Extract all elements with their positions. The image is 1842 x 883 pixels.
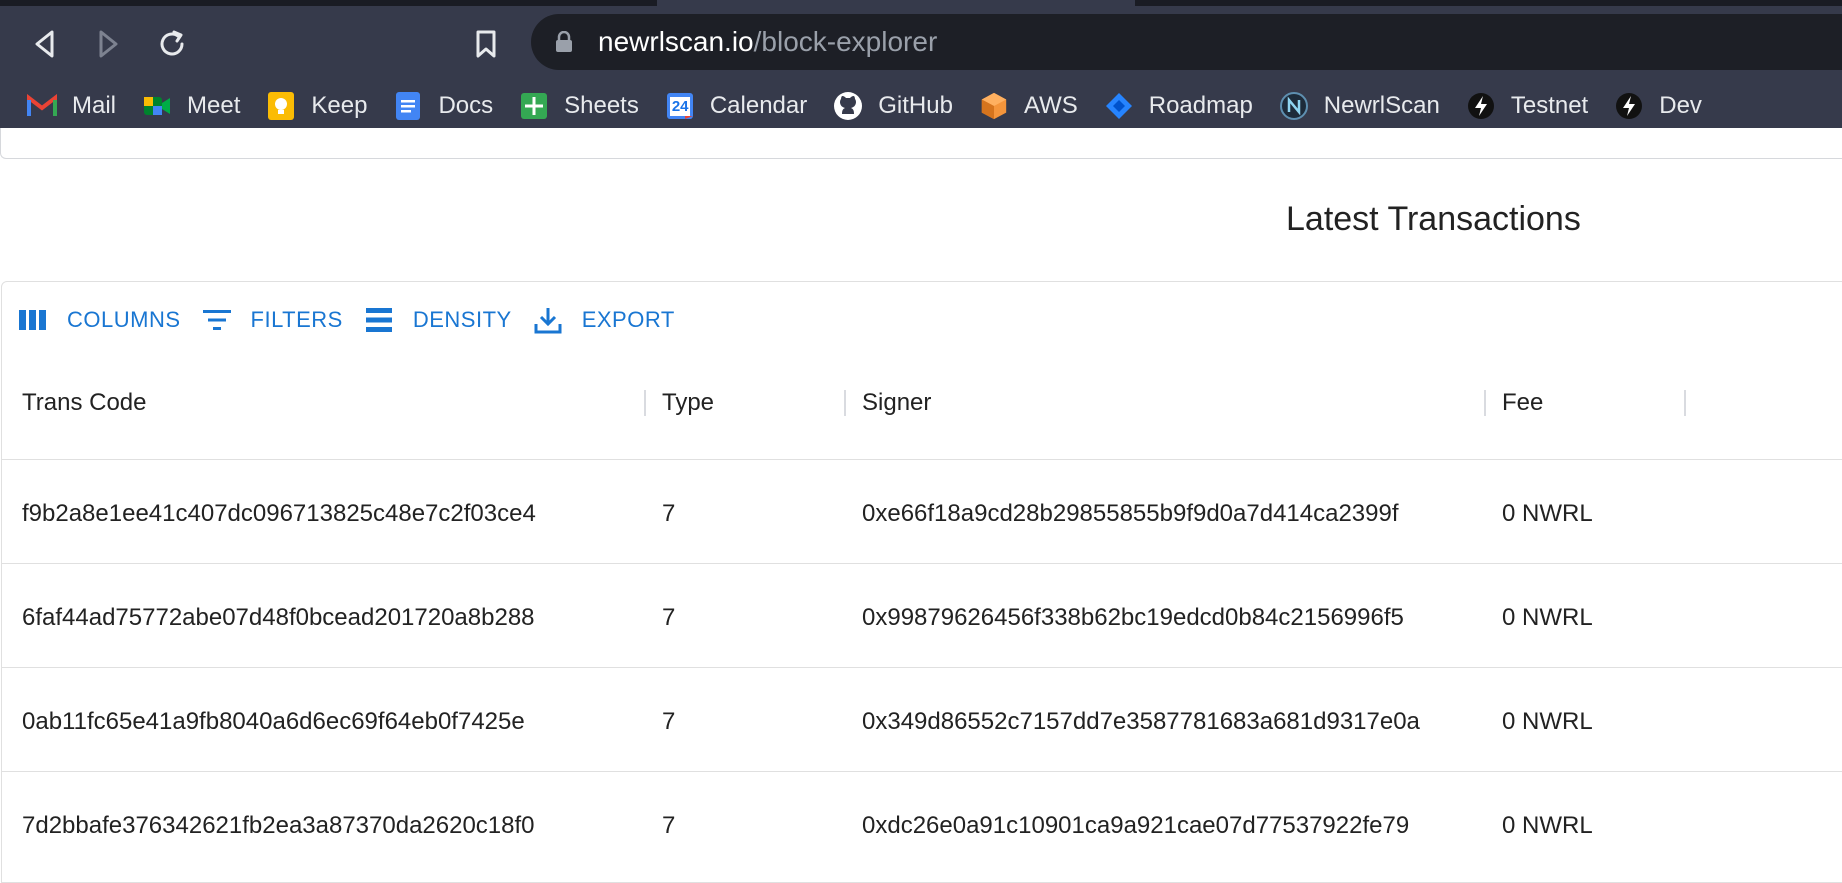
bookmark-dev[interactable]: Dev: [1588, 84, 1702, 128]
export-button[interactable]: EXPORT: [532, 304, 675, 336]
section-title: Latest Transactions: [1286, 200, 1581, 238]
density-label: DENSITY: [412, 307, 512, 332]
density-icon: [363, 304, 395, 336]
cell-signer: 0xe66f18a9cd28b29855855b9f9d0a7d414ca239…: [862, 500, 1399, 527]
calendar-day: 24: [671, 98, 689, 115]
bookmark-label: NewrlScan: [1323, 92, 1440, 119]
bookmark-icon: [476, 30, 496, 58]
columns-icon: [17, 304, 49, 336]
cell-trans-code: f9b2a8e1ee41c407dc096713825c48e7c2f03ce4: [22, 500, 536, 527]
forward-button[interactable]: [88, 24, 128, 64]
sheets-icon: [519, 91, 549, 121]
url-text: newrlscan.io/block-explorer: [598, 26, 937, 58]
table-row[interactable]: 0ab11fc65e41a9fb8040a6d6ec69f64eb0f7425e…: [1, 667, 1842, 771]
cell-type: 7: [662, 500, 676, 527]
bookmark-mail[interactable]: Mail: [0, 84, 116, 128]
bookmark-label: Dev: [1659, 92, 1702, 119]
newrlscan-icon: [1279, 91, 1309, 121]
column-header-fee[interactable]: Fee: [1502, 389, 1543, 417]
table-row[interactable]: 6faf44ad75772abe07d48f0bcead201720a8b288…: [1, 563, 1842, 667]
cell-signer: 0xdc26e0a91c10901ca9a921cae07d77537922fe…: [862, 812, 1410, 839]
bookmark-label: GitHub: [878, 92, 953, 119]
address-bar[interactable]: newrlscan.io/block-explorer: [531, 14, 1842, 70]
cell-fee: 0 NWRL: [1502, 812, 1593, 839]
table-row[interactable]: 7d2bbafe376342621fb2ea3a87370da2620c18f0…: [1, 771, 1842, 875]
bookmark-aws[interactable]: AWS: [953, 84, 1078, 128]
export-label: EXPORT: [581, 307, 675, 332]
cell-signer: 0x99879626456f338b62bc19edcd0b84c2156996…: [862, 604, 1404, 631]
bookmark-docs[interactable]: Docs: [367, 84, 493, 128]
bookmark-keep[interactable]: Keep: [240, 84, 367, 128]
bookmark-roadmap[interactable]: Roadmap: [1078, 84, 1253, 128]
filter-icon: [201, 304, 233, 336]
column-header-signer[interactable]: Signer: [862, 389, 931, 417]
bookmark-label: Roadmap: [1148, 92, 1253, 119]
column-separator[interactable]: [644, 390, 646, 416]
column-separator[interactable]: [1484, 390, 1486, 416]
calendar-icon: 24: [665, 91, 695, 121]
filters-button[interactable]: FILTERS: [201, 304, 343, 336]
bookmark-label: Docs: [438, 92, 494, 119]
github-icon: [833, 91, 863, 121]
bookmark-label: Mail: [72, 92, 117, 119]
cell-trans-code: 6faf44ad75772abe07d48f0bcead201720a8b288: [22, 604, 535, 631]
column-separator[interactable]: [1684, 390, 1686, 416]
cell-trans-code: 7d2bbafe376342621fb2ea3a87370da2620c18f0: [22, 812, 535, 839]
column-separator[interactable]: [844, 390, 846, 416]
url-path: /block-explorer: [753, 26, 938, 57]
jira-icon: [1104, 91, 1134, 121]
meet-icon: [142, 91, 172, 121]
columns-button[interactable]: COLUMNS: [17, 304, 181, 336]
bookmark-calendar[interactable]: 24 Calendar: [639, 84, 807, 128]
cell-type: 7: [662, 604, 676, 631]
reload-button[interactable]: [152, 24, 192, 64]
density-button[interactable]: DENSITY: [363, 304, 512, 336]
bookmark-page-button[interactable]: [466, 24, 506, 64]
previous-card-bottom: [0, 128, 1842, 159]
lock-icon: [556, 31, 572, 52]
column-header-trans-code[interactable]: Trans Code: [22, 389, 147, 417]
bookmarks-bar: Mail Meet Keep Docs Sheets 24 Calendar G…: [0, 84, 1842, 128]
active-tab[interactable]: [657, 0, 1135, 6]
gmail-icon: [27, 91, 57, 121]
cell-fee: 0 NWRL: [1502, 604, 1593, 631]
columns-label: COLUMNS: [67, 307, 181, 332]
browser-chrome: newrlscan.io/block-explorer Mail Meet Ke…: [0, 0, 1842, 144]
cell-signer: 0x349d86552c7157dd7e3587781683a681d9317e…: [862, 708, 1420, 735]
bookmark-label: Testnet: [1510, 92, 1589, 119]
cell-type: 7: [662, 708, 676, 735]
cell-type: 7: [662, 812, 676, 839]
bookmark-label: Sheets: [564, 92, 639, 119]
filters-label: FILTERS: [250, 307, 343, 332]
table-row[interactable]: f9b2a8e1ee41c407dc096713825c48e7c2f03ce4…: [1, 459, 1842, 563]
back-arrow-icon: [35, 30, 54, 58]
docs-icon: [393, 91, 423, 121]
column-header-type[interactable]: Type: [662, 389, 714, 417]
reload-icon: [160, 30, 184, 56]
bookmark-sheets[interactable]: Sheets: [493, 84, 639, 128]
cell-fee: 0 NWRL: [1502, 500, 1593, 527]
bolt-icon: [1614, 91, 1644, 121]
bookmark-label: Meet: [187, 92, 241, 119]
cell-fee: 0 NWRL: [1502, 708, 1593, 735]
bookmark-newrlscan[interactable]: NewrlScan: [1253, 84, 1440, 128]
bookmark-label: Keep: [311, 92, 368, 119]
bookmark-github[interactable]: GitHub: [807, 84, 953, 128]
bookmark-meet[interactable]: Meet: [116, 84, 240, 128]
forward-arrow-icon: [99, 30, 118, 58]
cell-trans-code: 0ab11fc65e41a9fb8040a6d6ec69f64eb0f7425e: [22, 708, 525, 735]
back-button[interactable]: [25, 24, 65, 64]
url-host: newrlscan.io: [598, 26, 754, 57]
keep-icon: [266, 91, 296, 121]
bookmark-testnet[interactable]: Testnet: [1440, 84, 1588, 128]
download-icon: [532, 304, 564, 336]
aws-icon: [979, 91, 1009, 121]
grid-toolbar: COLUMNS FILTERS DENSITY EXPORT: [17, 300, 695, 340]
bookmark-label: AWS: [1023, 92, 1078, 119]
bookmark-label: Calendar: [709, 92, 808, 119]
bolt-icon: [1466, 91, 1496, 121]
